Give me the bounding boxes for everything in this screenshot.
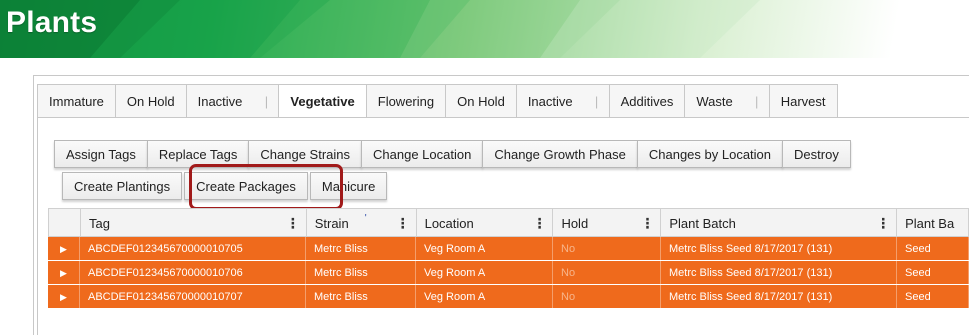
cell-hold: No	[553, 237, 661, 261]
cell-hold: No	[553, 285, 661, 309]
column-header-plant-batch[interactable]: Plant Batch ⋮	[661, 209, 898, 237]
cell-hold: No	[553, 261, 661, 285]
expander-header	[49, 209, 81, 237]
cell-location: Veg Room A	[416, 261, 553, 285]
column-header-plant-batch-type[interactable]: Plant Ba	[897, 209, 969, 237]
create-packages-button[interactable]: Create Packages	[184, 172, 308, 200]
tab-immature[interactable]: Immature	[37, 84, 116, 117]
tab-waste[interactable]: Waste	[684, 84, 745, 117]
tab-additives[interactable]: Additives	[608, 84, 686, 117]
tab-immature-inactive[interactable]: Inactive	[185, 84, 255, 117]
cell-location: Veg Room A	[416, 285, 553, 309]
column-label: Plant Batch	[669, 215, 736, 231]
cell-plant-batch: Metrc Bliss Seed 8/17/2017 (131)	[661, 237, 897, 261]
column-label: Strain	[314, 215, 349, 231]
assign-tags-button[interactable]: Assign Tags	[54, 140, 148, 168]
cell-plant-batch-type: Seed	[897, 261, 969, 285]
triangle-right-icon[interactable]: ▶	[48, 261, 80, 285]
table-row[interactable]: ▶ ABCDEF012345670000010706 Metrc Bliss V…	[48, 261, 969, 285]
cell-strain: Metrc Bliss	[306, 261, 416, 285]
column-label: Hold	[561, 215, 589, 231]
tab-immature-on-hold[interactable]: On Hold	[114, 84, 187, 117]
table-row[interactable]: ▶ ABCDEF012345670000010707 Metrc Bliss V…	[48, 285, 969, 309]
toolbar-row-2: Create Plantings Create Packages Manicur…	[62, 172, 388, 200]
tab-strip: Immature On Hold Inactive | Vegetative F…	[37, 84, 838, 118]
cell-tag: ABCDEF012345670000010705	[80, 237, 306, 261]
column-label: Plant Ba	[905, 215, 955, 231]
filter-indicator-icon: '	[364, 213, 367, 224]
changes-by-location-button[interactable]: Changes by Location	[636, 140, 784, 168]
tab-flowering[interactable]: Flowering	[365, 84, 447, 117]
page-banner: Plants	[0, 0, 969, 58]
change-location-button[interactable]: Change Location	[361, 140, 484, 168]
column-menu-icon[interactable]: ⋮	[532, 215, 546, 232]
triangle-right-icon[interactable]: ▶	[48, 285, 80, 309]
column-menu-icon[interactable]: ⋮	[876, 215, 890, 232]
change-strains-button[interactable]: Change Strains	[248, 140, 363, 168]
column-menu-icon[interactable]: ⋮	[396, 215, 410, 232]
column-header-tag[interactable]: Tag ⋮	[81, 209, 307, 237]
change-growth-phase-button[interactable]: Change Growth Phase	[482, 140, 638, 168]
tab-harvest[interactable]: Harvest	[768, 84, 838, 117]
cell-plant-batch: Metrc Bliss Seed 8/17/2017 (131)	[661, 285, 897, 309]
cell-tag: ABCDEF012345670000010706	[80, 261, 306, 285]
column-header-hold[interactable]: Hold ⋮	[553, 209, 662, 237]
cell-plant-batch-type: Seed	[897, 237, 969, 261]
triangle-right-icon[interactable]: ▶	[48, 237, 80, 261]
banner-pattern	[0, 0, 760, 58]
cell-location: Veg Room A	[416, 237, 553, 261]
column-header-strain[interactable]: Strain ' ⋮	[307, 209, 417, 237]
manicure-button[interactable]: Manicure	[309, 172, 388, 200]
column-header-location[interactable]: Location ⋮	[417, 209, 554, 237]
tab-separator: |	[583, 84, 610, 117]
grid-header: Tag ⋮ Strain ' ⋮ Location ⋮ Hold ⋮ Plant…	[48, 208, 969, 237]
destroy-button[interactable]: Destroy	[782, 140, 851, 168]
replace-tags-button[interactable]: Replace Tags	[146, 140, 250, 168]
cell-plant-batch: Metrc Bliss Seed 8/17/2017 (131)	[661, 261, 897, 285]
tab-inactive[interactable]: Inactive	[515, 84, 585, 117]
table-row[interactable]: ▶ ABCDEF012345670000010705 Metrc Bliss V…	[48, 237, 969, 261]
cell-plant-batch-type: Seed	[897, 285, 969, 309]
column-label: Tag	[88, 215, 110, 231]
create-plantings-button[interactable]: Create Plantings	[62, 172, 183, 200]
cell-strain: Metrc Bliss	[306, 237, 416, 261]
page-title: Plants	[6, 6, 98, 39]
tab-on-hold[interactable]: On Hold	[445, 84, 517, 117]
cell-strain: Metrc Bliss	[306, 285, 416, 309]
column-menu-icon[interactable]: ⋮	[286, 215, 300, 232]
column-label: Location	[424, 215, 474, 231]
plants-grid: Tag ⋮ Strain ' ⋮ Location ⋮ Hold ⋮ Plant…	[48, 208, 969, 309]
tab-separator: |	[253, 84, 280, 117]
column-menu-icon[interactable]: ⋮	[640, 215, 654, 232]
tab-separator: |	[743, 84, 770, 117]
tab-vegetative[interactable]: Vegetative	[278, 84, 367, 118]
cell-tag: ABCDEF012345670000010707	[80, 285, 306, 309]
toolbar-row-1: Assign Tags Replace Tags Change Strains …	[54, 140, 851, 168]
